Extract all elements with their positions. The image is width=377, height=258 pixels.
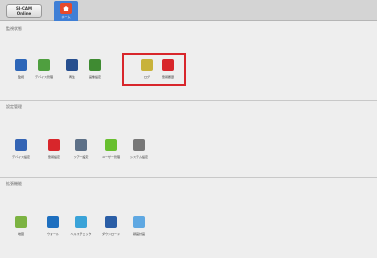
launcher-device-settings[interactable]: デバイス設定 xyxy=(6,139,36,167)
launcher-download[interactable]: ダウンロード xyxy=(96,216,126,244)
section-title-monitor: 監視状態 xyxy=(6,26,22,31)
launcher-label: 画像設定 xyxy=(88,75,101,79)
system-settings-icon xyxy=(133,139,145,151)
video-wall-icon xyxy=(47,216,59,228)
section-title-settings: 設定管理 xyxy=(6,104,22,109)
tab-home[interactable]: ホーム xyxy=(54,1,78,21)
device-management-icon xyxy=(38,59,50,71)
user-management-icon xyxy=(105,139,117,151)
section-title-extensions: 拡張機能 xyxy=(6,181,22,186)
device-settings-icon xyxy=(15,139,27,151)
camera-icon xyxy=(15,59,27,71)
playback-icon xyxy=(66,59,78,71)
launcher-user-management[interactable]: ユーザー管理 xyxy=(96,139,126,167)
image-settings-icon xyxy=(89,59,101,71)
app-window: SI-CAM Online ホーム 監視状態 設定管理 拡張機能 監視 デバイス管… xyxy=(0,0,377,258)
app-logo: SI-CAM Online xyxy=(6,4,42,18)
launcher-health-check[interactable]: ヘルスチェック xyxy=(66,216,96,244)
alarm-settings-icon xyxy=(48,139,60,151)
launcher-map[interactable]: 地図 xyxy=(6,216,36,244)
launcher-record-plan[interactable]: 録画計画 xyxy=(124,216,154,244)
home-icon xyxy=(60,3,72,14)
highlight-box xyxy=(122,53,186,86)
launcher-tour-settings[interactable]: ツアー設定 xyxy=(66,139,96,167)
download-icon xyxy=(105,216,117,228)
section-divider xyxy=(0,100,377,101)
launcher-system-settings[interactable]: システム設定 xyxy=(124,139,154,167)
tour-settings-icon xyxy=(75,139,87,151)
logo-line2: Online xyxy=(16,11,32,16)
launcher-image-settings[interactable]: 画像設定 xyxy=(80,59,110,87)
launcher-device-management[interactable]: デバイス管理 xyxy=(29,59,59,87)
health-check-icon xyxy=(75,216,87,228)
record-plan-icon xyxy=(133,216,145,228)
launcher-label: 録画計画 xyxy=(132,232,145,236)
launcher-label: システム設定 xyxy=(130,155,148,159)
tab-home-label: ホーム xyxy=(61,15,71,19)
launcher-video-wall[interactable]: ウォール xyxy=(38,216,68,244)
top-bar: SI-CAM Online ホーム xyxy=(0,0,377,21)
launcher-alarm-settings[interactable]: 警報設定 xyxy=(39,139,69,167)
section-divider xyxy=(0,177,377,178)
map-icon xyxy=(15,216,27,228)
